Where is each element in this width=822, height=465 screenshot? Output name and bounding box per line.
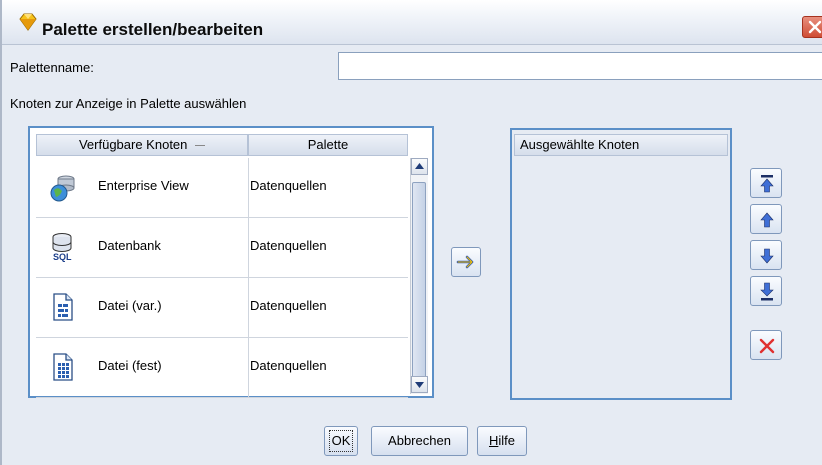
node-name: Datei (fest)	[98, 358, 162, 373]
title-bar: Palette erstellen/bearbeiten	[2, 0, 822, 45]
remove-node-button[interactable]	[750, 330, 782, 360]
move-down-button[interactable]	[750, 240, 782, 270]
table-row[interactable]: Enterprise View Datenquellen	[36, 158, 408, 218]
column-header-selected-nodes: Ausgewählte Knoten	[514, 134, 728, 156]
node-palette: Datenquellen	[250, 298, 327, 313]
node-name: Enterprise View	[98, 178, 189, 193]
arrow-right-icon	[456, 255, 474, 269]
add-to-palette-button[interactable]	[451, 247, 481, 277]
vertical-scrollbar[interactable]	[410, 158, 428, 394]
ok-button[interactable]: OK	[324, 426, 358, 456]
palette-diamond-icon	[19, 13, 37, 31]
scroll-down-arrow-icon	[415, 382, 424, 388]
arrow-down-icon	[760, 248, 774, 264]
selected-nodes-list[interactable]: Ausgewählte Knoten	[510, 128, 732, 400]
table-row[interactable]: Datei (fest) Datenquellen	[36, 338, 408, 398]
available-nodes-table: Verfügbare Knoten Palette Enterprise Vie…	[28, 126, 434, 398]
arrow-up-icon	[760, 212, 774, 228]
node-name: Datenbank	[98, 238, 161, 253]
column-header-available-nodes[interactable]: Verfügbare Knoten	[36, 134, 248, 156]
database-sql-icon: SQL	[52, 233, 72, 262]
table-row[interactable]: SQL Datenbank Datenquellen	[36, 218, 408, 278]
scroll-down-button[interactable]	[411, 376, 428, 393]
move-to-top-icon	[760, 175, 774, 193]
window-title: Palette erstellen/bearbeiten	[42, 20, 264, 39]
close-icon	[808, 20, 822, 34]
cancel-button[interactable]: Abbrechen	[371, 426, 468, 456]
node-palette: Datenquellen	[250, 358, 327, 373]
node-name: Datei (var.)	[98, 298, 162, 313]
available-nodes-list: Enterprise View Datenquellen SQL Datenba…	[36, 158, 408, 398]
node-palette: Datenquellen	[250, 238, 327, 253]
select-nodes-label: Knoten zur Anzeige in Palette auswählen	[10, 96, 247, 111]
close-button[interactable]	[802, 16, 822, 38]
help-button[interactable]: Hilfe	[477, 426, 527, 456]
node-palette: Datenquellen	[250, 178, 327, 193]
palette-name-input[interactable]	[338, 52, 822, 80]
move-to-top-button[interactable]	[750, 168, 782, 198]
enterprise-view-icon	[50, 175, 75, 202]
column-header-palette[interactable]: Palette	[248, 134, 408, 156]
palette-name-label: Palettenname:	[10, 60, 94, 75]
move-to-bottom-button[interactable]	[750, 276, 782, 306]
move-to-bottom-icon	[760, 282, 774, 301]
svg-text:SQL: SQL	[53, 252, 72, 262]
scroll-up-arrow-icon	[415, 163, 424, 169]
delete-x-icon	[759, 338, 775, 354]
sort-indicator-icon	[195, 145, 206, 147]
scrollbar-thumb[interactable]	[412, 182, 426, 378]
table-row[interactable]: Datei (var.) Datenquellen	[36, 278, 408, 338]
fixed-file-icon	[53, 353, 73, 381]
palette-dialog: Palette erstellen/bearbeiten Palettennam…	[0, 0, 822, 465]
move-up-button[interactable]	[750, 204, 782, 234]
scroll-up-button[interactable]	[411, 158, 428, 175]
var-file-icon	[53, 293, 73, 321]
